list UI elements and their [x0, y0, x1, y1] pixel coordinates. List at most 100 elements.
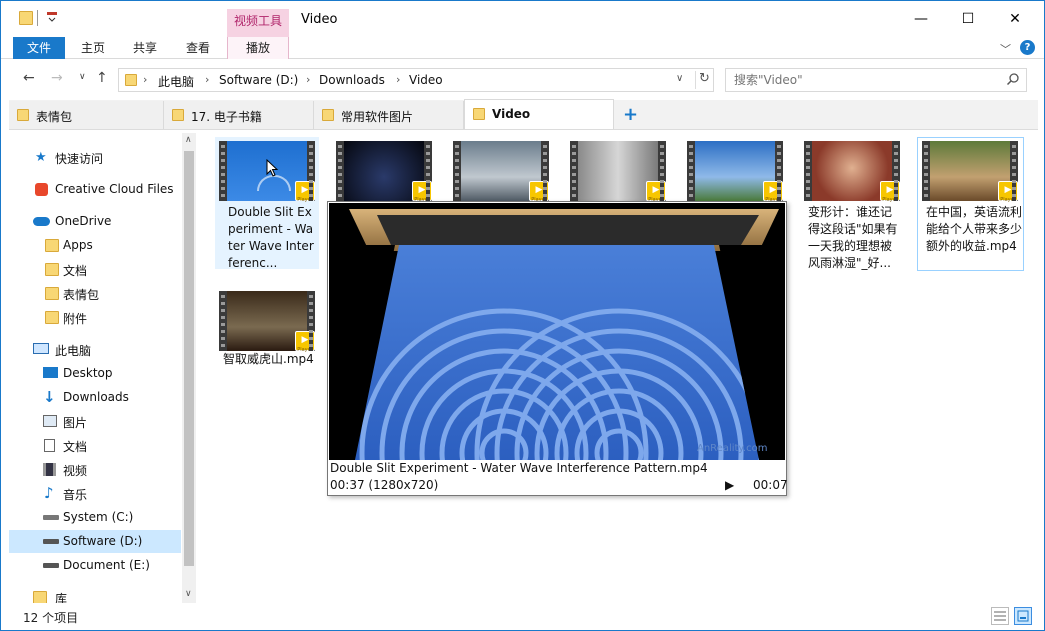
- cloud-icon: [33, 217, 50, 226]
- folder-app-icon: [19, 11, 33, 25]
- preview-title: Double Slit Experiment - Water Wave Inte…: [330, 461, 708, 475]
- sidebar-item-music[interactable]: ♪ 音乐: [9, 482, 181, 505]
- folder-icon: [45, 263, 59, 276]
- scrollbar-thumb[interactable]: [184, 151, 194, 566]
- file-item-video[interactable]: ▶ Player: [449, 137, 553, 203]
- sidebar-item-desktop[interactable]: Desktop: [9, 362, 181, 385]
- ribbon-tabs: 文件 主页 共享 查看 播放 ﹀ ?: [1, 37, 1044, 59]
- quick-access-toolbar-icon[interactable]: [45, 10, 59, 24]
- file-item-video[interactable]: ▶ Player: [566, 137, 670, 203]
- file-name: 在中国，英语流利能给个人带来多少额外的收益.mp4: [926, 205, 1023, 253]
- sidebar-item-this-pc[interactable]: 此电脑: [9, 338, 181, 361]
- file-item-video[interactable]: ▶ Player 智取威虎山.mp4: [215, 288, 319, 372]
- video-thumbnail: ▶ Player: [453, 141, 549, 203]
- sidebar-item-label: 此电脑: [55, 344, 92, 358]
- tab-view[interactable]: 查看: [178, 37, 218, 59]
- file-item-double-slit[interactable]: ▶ Player Double Slit Experiment - Water W…: [215, 137, 319, 270]
- large-icons-view-icon[interactable]: [1014, 607, 1032, 625]
- file-item-video[interactable]: ▶ Player 变形计：谁还记得这段话"如果有一天我的理想被风雨淋湿"_好...: [800, 137, 904, 270]
- sidebar-item-document-e[interactable]: Document (E:): [9, 554, 181, 577]
- sidebar-item-emoji[interactable]: 表情包: [9, 282, 181, 305]
- recent-locations-icon[interactable]: ∨: [79, 72, 86, 82]
- tab-home[interactable]: 主页: [73, 37, 113, 59]
- ribbon-expand-icon[interactable]: ﹀: [1000, 41, 1011, 57]
- tab-play[interactable]: 播放: [227, 37, 289, 59]
- refresh-icon[interactable]: ↻: [699, 71, 710, 86]
- file-item-video[interactable]: ▶ Player: [683, 137, 787, 203]
- forward-arrow-icon[interactable]: →: [51, 70, 63, 86]
- back-arrow-icon[interactable]: ←: [23, 70, 35, 86]
- sidebar-item-label: 视频: [63, 464, 88, 478]
- scroll-down-icon[interactable]: ∨: [185, 589, 192, 599]
- folder-icon: [172, 109, 184, 121]
- drive-icon: [43, 515, 59, 520]
- sidebar-item-creative-cloud[interactable]: Creative Cloud Files: [9, 178, 181, 201]
- details-view-icon[interactable]: [991, 607, 1009, 625]
- maximize-button[interactable]: ☐: [945, 1, 991, 37]
- sidebar-item-pictures[interactable]: 图片: [9, 410, 181, 433]
- divider: [695, 71, 696, 89]
- new-tab-plus-icon[interactable]: +: [623, 104, 638, 125]
- close-button[interactable]: ✕: [992, 1, 1038, 37]
- sidebar-item-quick-access[interactable]: ★ 快速访问: [9, 146, 181, 169]
- sidebar-item-onedrive[interactable]: OneDrive: [9, 210, 181, 233]
- sidebar-item-label: System (C:): [63, 510, 134, 524]
- sidebar-item-documents-onedrive[interactable]: 文档: [9, 258, 181, 281]
- sidebar-item-videos[interactable]: 视频: [9, 458, 181, 481]
- breadcrumb-separator-icon[interactable]: ›: [143, 73, 147, 86]
- video-thumbnail: ▶ Player: [687, 141, 783, 203]
- sidebar-item-documents[interactable]: 文档: [9, 434, 181, 457]
- address-history-icon[interactable]: ∨: [676, 73, 683, 84]
- file-item-video[interactable]: ▶ Player: [332, 137, 436, 203]
- player-badge-icon: ▶ Player: [529, 181, 549, 203]
- sidebar-item-label: Creative Cloud Files: [55, 182, 174, 196]
- breadcrumb-separator-icon[interactable]: ›: [306, 73, 310, 86]
- play-icon[interactable]: ▶: [725, 478, 734, 492]
- folder-tab[interactable]: 常用软件图片: [314, 101, 464, 129]
- player-badge-icon: ▶ Player: [880, 181, 900, 203]
- search-box[interactable]: [725, 68, 1027, 92]
- video-tools-context-tab: 视频工具: [227, 9, 289, 37]
- sidebar-item-label: Document (E:): [63, 558, 150, 572]
- documents-icon: [44, 439, 55, 452]
- folder-tab-label: Video: [492, 107, 531, 121]
- folder-tab-label: 常用软件图片: [341, 110, 414, 124]
- breadcrumb-video[interactable]: Video: [409, 73, 443, 87]
- file-name: 智取威虎山.mp4: [223, 352, 314, 366]
- sidebar-item-downloads[interactable]: ↓ Downloads: [9, 386, 181, 409]
- file-item-video[interactable]: ▶ Player 在中国，英语流利能给个人带来多少额外的收益.mp4: [917, 137, 1024, 271]
- help-icon[interactable]: ?: [1020, 40, 1035, 55]
- navigation-pane-scrollbar[interactable]: ∧ ∨: [182, 133, 196, 603]
- address-bar[interactable]: › 此电脑 › Software (D:) › Downloads › Vide…: [118, 68, 714, 92]
- breadcrumb-separator-icon[interactable]: ›: [205, 73, 209, 86]
- tab-share[interactable]: 共享: [125, 37, 165, 59]
- status-bar: 12 个项目: [1, 603, 1044, 630]
- breadcrumb-downloads[interactable]: Downloads: [319, 73, 385, 87]
- music-icon: ♪: [44, 484, 54, 502]
- sidebar-item-label: 图片: [63, 416, 88, 430]
- sidebar-item-label: 附件: [63, 312, 88, 326]
- sidebar-item-system-c[interactable]: System (C:): [9, 506, 181, 529]
- download-icon: ↓: [43, 388, 56, 406]
- breadcrumb-separator-icon[interactable]: ›: [396, 73, 400, 86]
- up-arrow-icon[interactable]: ↑: [96, 70, 108, 86]
- file-name: Double Slit Experiment - Water Wave Inte…: [228, 205, 314, 270]
- folder-icon: [473, 108, 485, 120]
- search-input[interactable]: [726, 69, 986, 91]
- sidebar-item-label: 快速访问: [55, 152, 104, 166]
- sidebar-item-apps[interactable]: Apps: [9, 234, 181, 257]
- folder-tab[interactable]: 17. 电子书籍: [164, 101, 314, 129]
- breadcrumb-software-d[interactable]: Software (D:): [219, 73, 298, 87]
- folder-tab[interactable]: 表情包: [9, 101, 164, 129]
- video-thumbnail: ▶ Player: [570, 141, 666, 203]
- sidebar-item-label: 表情包: [63, 288, 100, 302]
- folder-tab-active[interactable]: Video: [464, 99, 614, 129]
- tab-file[interactable]: 文件: [13, 37, 65, 59]
- search-icon[interactable]: [1006, 72, 1020, 89]
- minimize-button[interactable]: —: [898, 1, 944, 37]
- breadcrumb-this-pc[interactable]: 此电脑: [158, 73, 194, 90]
- sidebar-item-software-d[interactable]: Software (D:): [9, 530, 181, 553]
- video-icon: [43, 463, 56, 476]
- sidebar-item-attachments[interactable]: 附件: [9, 306, 181, 329]
- scroll-up-icon[interactable]: ∧: [185, 135, 192, 145]
